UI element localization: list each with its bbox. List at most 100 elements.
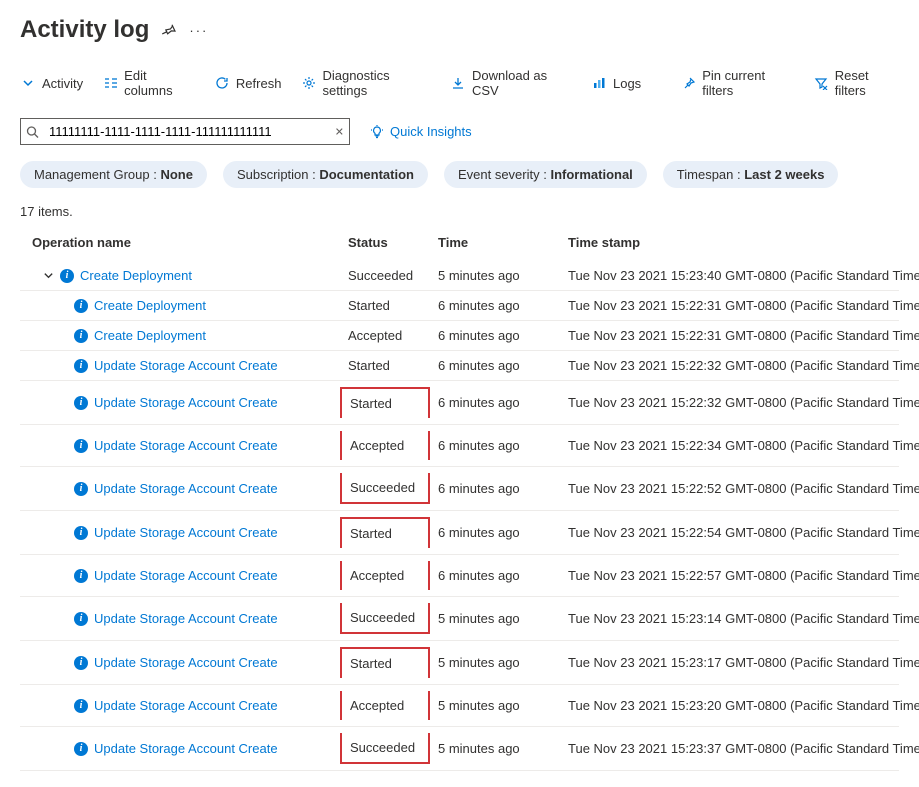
chevron-down-icon — [20, 75, 36, 91]
diagnostics-label: Diagnostics settings — [322, 68, 431, 98]
time-cell: 5 minutes ago — [430, 741, 560, 756]
filter-pill[interactable]: Management Group : None — [20, 161, 207, 188]
search-input[interactable] — [20, 118, 350, 145]
info-icon: i — [74, 742, 88, 756]
table-row[interactable]: i Update Storage Account Create Accepted6 … — [20, 555, 899, 597]
status-cell: Started — [340, 647, 430, 678]
filter-value: None — [160, 167, 193, 182]
table-row[interactable]: i Update Storage Account Create Started5 m… — [20, 641, 899, 685]
logs-button[interactable]: Logs — [591, 75, 641, 91]
operation-link[interactable]: Update Storage Account Create — [94, 741, 278, 756]
operation-link[interactable]: Update Storage Account Create — [94, 395, 278, 410]
col-operation[interactable]: Operation name — [20, 235, 340, 250]
timestamp-cell: Tue Nov 23 2021 15:22:31 GMT-0800 (Pacif… — [560, 328, 919, 343]
info-icon: i — [74, 482, 88, 496]
status-cell: Accepted — [340, 561, 430, 590]
timestamp-cell: Tue Nov 23 2021 15:22:52 GMT-0800 (Pacif… — [560, 481, 919, 496]
table-row[interactable]: iCreate DeploymentAccepted6 minutes agoT… — [20, 321, 899, 351]
table-row[interactable]: iUpdate Storage Account CreateAccepted6 … — [20, 425, 899, 467]
download-csv-button[interactable]: Download as CSV — [451, 68, 571, 98]
table-row[interactable]: iUpdate Storage Account CreateSucceeded5… — [20, 727, 899, 771]
activity-menu[interactable]: Activity — [20, 75, 83, 91]
pin-filters-button[interactable]: Pin current filters — [681, 68, 794, 98]
status-cell: Started — [340, 517, 430, 548]
time-cell: 5 minutes ago — [430, 698, 560, 713]
time-cell: 6 minutes ago — [430, 568, 560, 583]
info-icon: i — [74, 656, 88, 670]
operation-link[interactable]: Create Deployment — [94, 328, 206, 343]
time-cell: 6 minutes ago — [430, 525, 560, 540]
operation-link[interactable]: Update Storage Account Create — [94, 358, 278, 373]
table-row[interactable]: iUpdate Storage Account CreateStarted6 m… — [20, 381, 899, 425]
operation-link[interactable]: Update Storage Account Create — [94, 438, 278, 453]
table-row[interactable]: iUpdate Storage Account CreateSucceeded5… — [20, 597, 899, 641]
col-time[interactable]: Time — [430, 235, 560, 250]
table-row[interactable]: iCreate DeploymentSucceeded5 minutes ago… — [20, 261, 899, 291]
time-cell: 6 minutes ago — [430, 298, 560, 313]
timestamp-cell: Tue Nov 23 2021 15:22:31 GMT-0800 (Pacif… — [560, 298, 919, 313]
info-icon: i — [74, 526, 88, 540]
filter-value: Informational — [550, 167, 632, 182]
operation-link[interactable]: Update Storage Account Create — [94, 611, 278, 626]
operation-link[interactable]: Update Storage Account Create — [94, 481, 278, 496]
info-icon: i — [74, 299, 88, 313]
refresh-label: Refresh — [236, 76, 282, 91]
timestamp-cell: Tue Nov 23 2021 15:22:34 GMT-0800 (Pacif… — [560, 438, 919, 453]
info-icon: i — [74, 612, 88, 626]
info-icon: i — [74, 569, 88, 583]
time-cell: 6 minutes ago — [430, 395, 560, 410]
quick-insights-link[interactable]: Quick Insights — [370, 124, 472, 139]
table-row[interactable]: iUpdate Storage Account CreateStarted6 m… — [20, 351, 899, 381]
col-status[interactable]: Status — [340, 235, 430, 250]
table-row[interactable]: i Update Storage Account Create Started6 m… — [20, 511, 899, 555]
edit-columns-button[interactable]: Edit columns — [103, 68, 194, 98]
refresh-button[interactable]: Refresh — [214, 75, 282, 91]
timestamp-cell: Tue Nov 23 2021 15:22:32 GMT-0800 (Pacif… — [560, 395, 919, 410]
filter-label: Event severity : — [458, 167, 550, 182]
filter-label: Timespan : — [677, 167, 744, 182]
columns-icon — [103, 75, 118, 91]
table-row[interactable]: iUpdate Storage Account CreateSucceeded6… — [20, 467, 899, 511]
items-count: 17 items. — [20, 204, 899, 219]
info-icon: i — [74, 396, 88, 410]
time-cell: 5 minutes ago — [430, 611, 560, 626]
operation-link[interactable]: Create Deployment — [94, 298, 206, 313]
chevron-down-icon[interactable] — [42, 270, 54, 281]
operation-link[interactable]: Update Storage Account Create — [94, 525, 278, 540]
time-cell: 6 minutes ago — [430, 481, 560, 496]
more-icon[interactable]: ··· — [189, 23, 208, 38]
time-cell: 5 minutes ago — [430, 655, 560, 670]
timestamp-cell: Tue Nov 23 2021 15:22:57 GMT-0800 (Pacif… — [560, 568, 919, 583]
operation-link[interactable]: Update Storage Account Create — [94, 655, 278, 670]
filter-value: Last 2 weeks — [744, 167, 824, 182]
status-cell: Accepted — [340, 328, 430, 343]
activity-label: Activity — [42, 76, 83, 91]
table-row[interactable]: iUpdate Storage Account CreateAccepted5 … — [20, 685, 899, 727]
operation-link[interactable]: Create Deployment — [80, 268, 192, 283]
pin-icon[interactable] — [161, 22, 177, 38]
info-icon: i — [74, 329, 88, 343]
filter-value: Documentation — [319, 167, 414, 182]
filter-pill[interactable]: Subscription : Documentation — [223, 161, 428, 188]
filter-pill[interactable]: Event severity : Informational — [444, 161, 647, 188]
info-icon: i — [74, 439, 88, 453]
pin-filters-icon — [681, 75, 696, 91]
status-cell: Succeeded — [340, 268, 430, 283]
col-timestamp[interactable]: Time stamp — [560, 235, 899, 250]
reset-filters-button[interactable]: Reset filters — [814, 68, 899, 98]
pin-filters-label: Pin current filters — [702, 68, 794, 98]
diagnostics-button[interactable]: Diagnostics settings — [301, 68, 431, 98]
refresh-icon — [214, 75, 230, 91]
timestamp-cell: Tue Nov 23 2021 15:23:40 GMT-0800 (Pacif… — [560, 268, 919, 283]
operation-link[interactable]: Update Storage Account Create — [94, 698, 278, 713]
timestamp-cell: Tue Nov 23 2021 15:22:54 GMT-0800 (Pacif… — [560, 525, 919, 540]
reset-filters-icon — [814, 75, 829, 91]
operation-link[interactable]: Update Storage Account Create — [94, 568, 278, 583]
time-cell: 5 minutes ago — [430, 268, 560, 283]
clear-search-icon[interactable]: ✕ — [335, 125, 344, 138]
table-row[interactable]: iCreate DeploymentStarted6 minutes agoTu… — [20, 291, 899, 321]
reset-filters-label: Reset filters — [835, 68, 899, 98]
filter-pill[interactable]: Timespan : Last 2 weeks — [663, 161, 839, 188]
search-box: ✕ — [20, 118, 350, 145]
time-cell: 6 minutes ago — [430, 328, 560, 343]
